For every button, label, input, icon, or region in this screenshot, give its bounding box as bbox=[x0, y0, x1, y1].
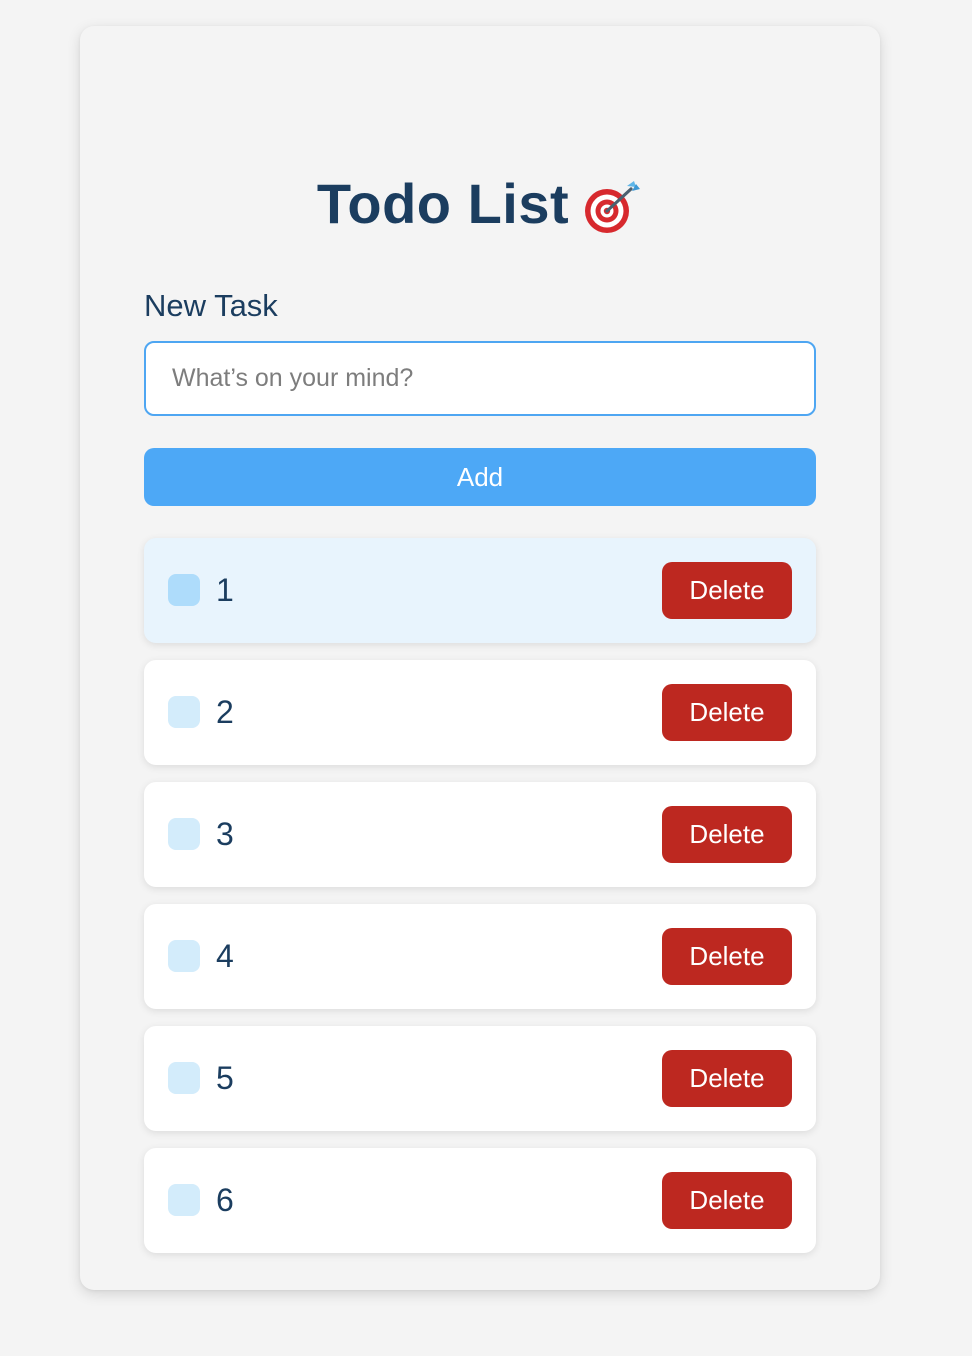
delete-button[interactable]: Delete bbox=[662, 1050, 792, 1107]
task-item: 3 Delete bbox=[144, 782, 816, 887]
task-text: 5 bbox=[216, 1060, 234, 1096]
delete-button[interactable]: Delete bbox=[662, 928, 792, 985]
todo-card: Todo List New Task Add 1 Delete 2 Delete 3 De… bbox=[80, 26, 880, 1290]
task-checkbox[interactable] bbox=[168, 1062, 200, 1094]
delete-button[interactable]: Delete bbox=[662, 684, 792, 741]
add-button[interactable]: Add bbox=[144, 448, 816, 506]
task-text: 6 bbox=[216, 1182, 234, 1218]
header: Todo List bbox=[80, 166, 880, 242]
delete-button[interactable]: Delete bbox=[662, 562, 792, 619]
task-item: 1 Delete bbox=[144, 538, 816, 643]
delete-button[interactable]: Delete bbox=[662, 806, 792, 863]
target-dart-icon bbox=[583, 180, 643, 236]
task-item: 4 Delete bbox=[144, 904, 816, 1009]
new-task-input[interactable] bbox=[144, 341, 816, 416]
task-text: 3 bbox=[216, 816, 234, 852]
task-text: 1 bbox=[216, 572, 234, 608]
task-checkbox[interactable] bbox=[168, 574, 200, 606]
task-item: 5 Delete bbox=[144, 1026, 816, 1131]
task-checkbox[interactable] bbox=[168, 818, 200, 850]
task-list: 1 Delete 2 Delete 3 Delete 4 Delete 5 Delete 6 Dele… bbox=[144, 538, 816, 1270]
task-checkbox[interactable] bbox=[168, 696, 200, 728]
new-task-label: New Task bbox=[144, 288, 278, 323]
task-checkbox[interactable] bbox=[168, 940, 200, 972]
task-checkbox[interactable] bbox=[168, 1184, 200, 1216]
task-item: 6 Delete bbox=[144, 1148, 816, 1253]
delete-button[interactable]: Delete bbox=[662, 1172, 792, 1229]
task-text: 4 bbox=[216, 938, 234, 974]
page-title: Todo List bbox=[316, 172, 570, 235]
task-item: 2 Delete bbox=[144, 660, 816, 765]
task-text: 2 bbox=[216, 694, 234, 730]
